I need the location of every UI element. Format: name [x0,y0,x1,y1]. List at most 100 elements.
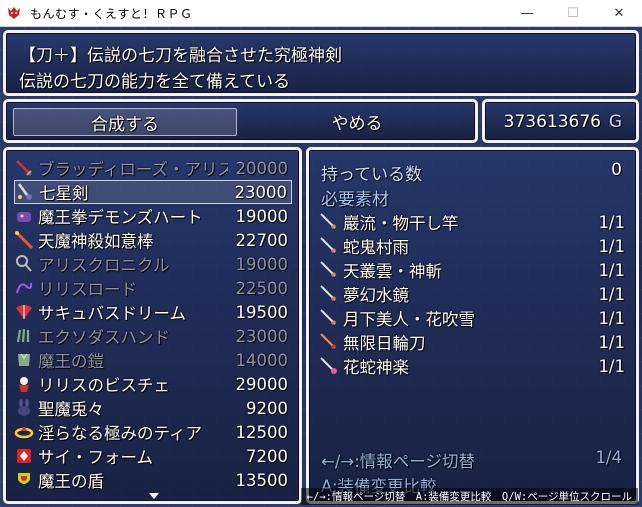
gold-window: 373613676 G [482,99,639,143]
demon-fist-icon [14,206,34,226]
item-detail-window: 持っている数 0 必要素材 巖流・物干し竿 1/1 蛇鬼村雨 1/1 天叢雲・神斬 1/1… [306,147,639,504]
command-window: 合成する やめる [3,99,478,143]
item-price: 19000 [235,254,289,274]
katana-icon [319,308,339,328]
star-sword-icon [15,182,35,202]
item-price: 20000 [235,158,289,178]
item-row[interactable]: リリスのビスチェ 29000 [14,372,292,396]
owned-value: 0 [611,160,622,180]
material-row: 蛇鬼村雨 1/1 [319,234,629,258]
item-row[interactable]: アリスクロニクル 19000 [14,252,292,276]
window-controls: — ☐ ✕ [504,0,642,26]
item-row[interactable]: 魔王の盾 13500 [14,468,292,492]
demon-app-icon [8,7,20,19]
item-row[interactable]: ブラッディローズ・アリス 20000 [14,156,292,180]
info-page-toggle-label: ←/→:情報ページ切替 [321,452,475,471]
form-icon [14,446,34,466]
staff-icon [14,230,34,250]
key-hint-bar: ←/→:情報ページ切替 A:装備変更比較 Q/W:ページ単位スクロール [300,488,638,505]
material-count: 1/1 [598,212,625,232]
cancel-button[interactable]: やめる [246,108,468,134]
claw-icon [14,326,34,346]
item-row[interactable]: 淫らなる極みのティア 12500 [14,420,292,444]
katana-icon [319,212,339,232]
help-window: 【刀＋】伝説の七刀を融合させた究極神剣 伝説の七刀の能力を全て備えている [3,30,639,96]
katana-icon [319,260,339,280]
item-name: ブラッディローズ・アリス [38,160,228,179]
item-name: リリスロード [38,280,137,299]
item-name: 天魔神殺如意棒 [38,232,154,251]
katana-icon [319,284,339,304]
item-name: 魔王の盾 [38,472,104,491]
armor-icon [14,350,34,370]
item-price: 22700 [235,230,289,250]
help-line-2: 伝説の七刀の能力を全て備えている [19,72,291,92]
window-title: もんむす・くえすと！ＲＰＧ [30,6,193,21]
close-icon[interactable]: ✕ [596,0,642,26]
item-row[interactable]: サイ・フォーム 7200 [14,444,292,468]
item-price: 19500 [235,302,289,322]
item-name: エクソダスハンド [38,328,170,347]
material-count: 1/1 [598,356,625,376]
item-price: 22500 [235,278,289,298]
item-name: 淫らなる極みのティア [38,424,203,443]
sword-icon [14,158,34,178]
item-name: リリスのビスチェ [38,376,170,395]
material-row: 花蛇神楽 1/1 [319,354,629,378]
help-line-1: 【刀＋】伝説の七刀を融合させた究極神剣 [19,46,342,66]
racket-icon [14,254,34,274]
material-count: 1/1 [598,308,625,328]
item-price: 29000 [235,374,289,394]
material-name: 天叢雲・神斬 [343,262,442,281]
item-row[interactable]: 魔王拳デモンズハート 19000 [14,204,292,228]
maximize-icon[interactable]: ☐ [550,0,596,26]
item-row[interactable]: 聖魔兎々 9200 [14,396,292,420]
material-row: 無限日輪刀 1/1 [319,330,629,354]
material-count: 1/1 [598,284,625,304]
gold-unit: G [608,112,622,132]
material-row: 天叢雲・神斬 1/1 [319,258,629,282]
item-price: 9200 [246,398,288,418]
material-name: 夢幻水鏡 [343,286,409,305]
item-price: 23000 [234,182,288,202]
item-name: 魔王拳デモンズハート [38,208,203,227]
tiara-icon [14,422,34,442]
material-row: 巖流・物干し竿 1/1 [319,210,629,234]
game-screen: 【刀＋】伝説の七刀を融合させた究極神剣 伝説の七刀の能力を全て備えている 合成す… [0,27,642,507]
fan-icon [14,302,34,322]
material-row: 月下美人・花吹雪 1/1 [319,306,629,330]
item-row[interactable]: 魔王の鎧 14000 [14,348,292,372]
item-row[interactable]: 天魔神殺如意棒 22700 [14,228,292,252]
item-list-window: ブラッディローズ・アリス 20000 七星剣 23000 魔王拳デモンズハート 19000… [3,147,302,504]
minimize-icon[interactable]: — [504,0,550,26]
bustier-icon [14,374,34,394]
rabbit-icon [14,398,34,418]
item-name: 七星剣 [39,184,89,203]
item-name: アリスクロニクル [38,256,170,275]
fire-katana-icon [319,332,339,352]
shield-icon [14,470,34,490]
whip-icon [14,278,34,298]
item-price: 19000 [235,206,289,226]
item-row[interactable]: リリスロード 22500 [14,276,292,300]
scroll-down-icon[interactable] [149,493,159,499]
item-price: 13500 [235,470,289,490]
item-name: サイ・フォーム [38,448,154,467]
material-name: 花蛇神楽 [343,358,409,377]
info-page-indicator: 1/4 [595,448,622,467]
item-price: 14000 [235,350,289,370]
owned-label: 持っている数 [321,165,423,185]
flower-katana-icon [319,356,339,376]
compose-button[interactable]: 合成する [13,108,237,136]
katana-icon [319,236,339,256]
material-name: 巖流・物干し竿 [343,214,459,233]
item-price: 23000 [235,326,289,346]
item-name: 聖魔兎々 [38,400,104,419]
gold-amount: 373613676 [503,112,601,132]
item-row[interactable]: エクソダスハンド 23000 [14,324,292,348]
material-name: 無限日輪刀 [343,334,426,353]
window-titlebar: もんむす・くえすと！ＲＰＧ — ☐ ✕ [0,0,642,27]
item-row[interactable]: サキュバスドリーム 19500 [14,300,292,324]
item-name: サキュバスドリーム [38,304,187,323]
item-row[interactable]: 七星剣 23000 [14,180,292,204]
